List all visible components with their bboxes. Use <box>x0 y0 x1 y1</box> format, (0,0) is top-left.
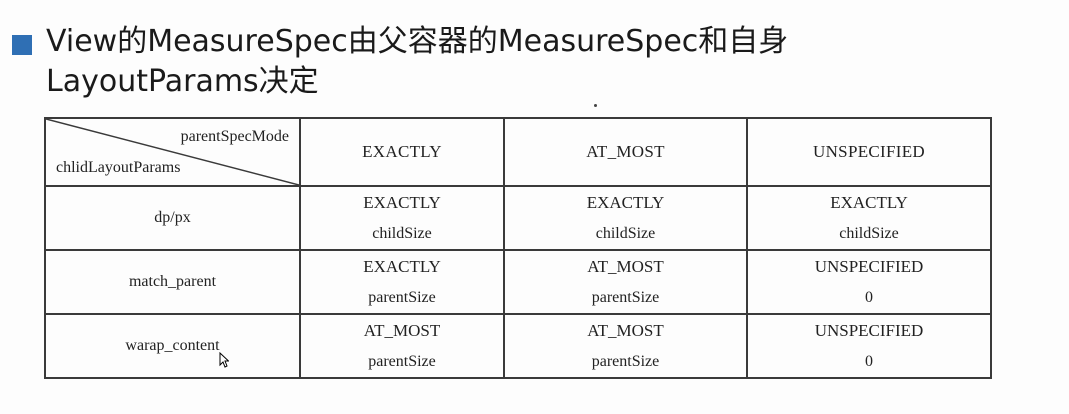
cell-mode: AT_MOST <box>587 320 664 340</box>
header-cell-at-most: AT_MOST <box>503 117 748 187</box>
table-header-row: parentSpecMode chlidLayoutParams EXACTLY… <box>44 117 992 187</box>
stray-dot <box>594 104 597 107</box>
table-cell: UNSPECIFIED 0 <box>746 249 992 315</box>
table-row: warap_content AT_MOST parentSize AT_MOST… <box>44 313 992 379</box>
table-cell: EXACTLY childSize <box>746 185 992 251</box>
cell-mode: EXACTLY <box>830 192 908 212</box>
header-cell-unspecified: UNSPECIFIED <box>746 117 992 187</box>
cell-size: 0 <box>865 352 873 370</box>
table-cell: UNSPECIFIED 0 <box>746 313 992 379</box>
table-cell: EXACTLY childSize <box>299 185 505 251</box>
cell-size: parentSize <box>368 288 436 306</box>
cell-mode: EXACTLY <box>586 192 665 212</box>
table-row: dp/px EXACTLY childSize EXACTLY childSiz… <box>44 185 992 251</box>
table-row: match_parent EXACTLY parentSize AT_MOST … <box>44 249 992 315</box>
cell-mode: AT_MOST <box>363 320 441 340</box>
cell-size: parentSize <box>591 288 660 306</box>
table-cell: EXACTLY parentSize <box>299 249 505 315</box>
cell-mode: UNSPECIFIED <box>814 256 924 276</box>
cell-size: childSize <box>595 224 656 242</box>
square-bullet-icon <box>12 35 32 55</box>
title-line-1: View的MeasureSpec由父容器的MeasureSpec和自身 <box>46 24 789 59</box>
table-cell: AT_MOST parentSize <box>503 313 748 379</box>
cell-mode: AT_MOST <box>587 256 664 276</box>
cell-mode: EXACTLY <box>363 256 441 276</box>
mouse-cursor-icon <box>219 352 229 368</box>
corner-cell: parentSpecMode chlidLayoutParams <box>44 117 301 187</box>
cell-size: parentSize <box>591 352 660 370</box>
header-cell-exactly: EXACTLY <box>299 117 505 187</box>
row-label-dp-px: dp/px <box>44 185 301 251</box>
cell-size: childSize <box>372 224 432 242</box>
table-cell: EXACTLY childSize <box>503 185 748 251</box>
slide: View的MeasureSpec由父容器的MeasureSpec和自身 Layo… <box>0 0 1069 414</box>
corner-top-label: parentSpecMode <box>180 128 289 145</box>
corner-bottom-label: chlidLayoutParams <box>56 159 181 176</box>
cell-mode: EXACTLY <box>363 192 441 212</box>
cell-size: childSize <box>839 224 899 242</box>
measurespec-table: parentSpecMode chlidLayoutParams EXACTLY… <box>44 117 992 379</box>
title-line-2: LayoutParams决定 <box>46 64 319 99</box>
cell-size: parentSize <box>368 352 436 370</box>
row-label-wrap-content: warap_content <box>44 313 301 379</box>
cell-size: 0 <box>865 288 873 306</box>
cell-mode: UNSPECIFIED <box>814 320 924 340</box>
slide-title: View的MeasureSpec由父容器的MeasureSpec和自身 Layo… <box>46 22 1046 102</box>
table-cell: AT_MOST parentSize <box>503 249 748 315</box>
row-label-match-parent: match_parent <box>44 249 301 315</box>
table-cell: AT_MOST parentSize <box>299 313 505 379</box>
